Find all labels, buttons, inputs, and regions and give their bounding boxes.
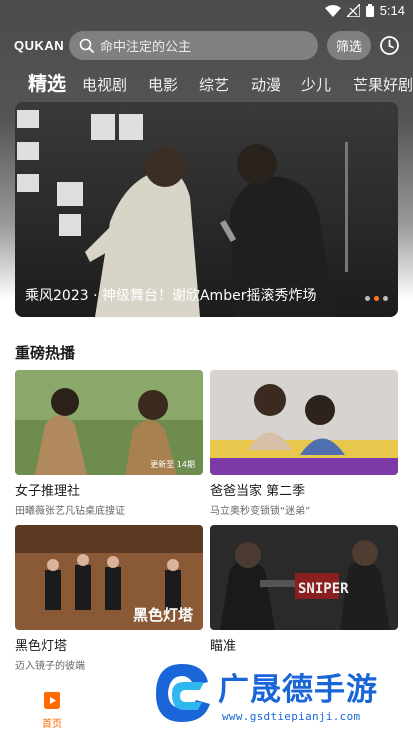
show-subtitle: 马立奥秒变锁锁“迷弟”	[210, 506, 311, 517]
episode-badge: 更新至 14期	[150, 460, 195, 469]
watermark-logo-icon	[156, 664, 210, 722]
app-logo: QUKAN	[14, 38, 65, 53]
show-card[interactable]: 更新至 14期 女子推理社 田曦薇张艺凡钻桌底搜证	[15, 370, 203, 517]
status-bar: 5:14	[0, 0, 413, 24]
hero-banner[interactable]: 乘风2023 · 神级舞台！谢欣Amber摇滚秀炸场	[15, 102, 398, 317]
carousel-dot[interactable]	[365, 296, 370, 301]
nav-home-label: 首页	[42, 719, 62, 730]
search-input[interactable]: 命中注定的公主	[69, 31, 318, 60]
top-header: QUKAN 命中注定的公主 筛选	[0, 30, 413, 62]
status-time: 5:14	[379, 3, 405, 18]
poster-title-text: SNIPER	[298, 581, 349, 597]
poster-title-text: 黑色灯塔	[133, 606, 194, 624]
search-placeholder: 命中注定的公主	[100, 40, 192, 55]
wifi-icon	[324, 4, 341, 17]
show-subtitle: 田曦薇张艺凡钻桌底搜证	[15, 506, 125, 517]
show-title: 黑色灯塔	[15, 639, 68, 654]
show-poster	[210, 370, 398, 475]
show-card[interactable]: 爸爸当家 第二季 马立奥秒变锁锁“迷弟”	[210, 370, 398, 517]
tab-kids[interactable]: 少儿	[301, 74, 331, 95]
show-title: 女子推理社	[15, 484, 81, 499]
show-title: 瞄准	[210, 639, 237, 654]
carousel-dot-active[interactable]	[374, 296, 379, 301]
tab-tv-series[interactable]: 电视剧	[82, 74, 127, 95]
carousel-dots	[365, 296, 388, 301]
show-card[interactable]: SNIPER 瞄准	[210, 525, 398, 654]
tab-variety[interactable]: 综艺	[199, 74, 229, 95]
tab-featured[interactable]: 精选	[28, 69, 66, 96]
tab-anime[interactable]: 动漫	[251, 74, 281, 95]
watermark-url: www.gsdtiepianji.com	[222, 710, 361, 723]
battery-icon	[365, 4, 374, 17]
category-tabs: 精选 电视剧 电影 综艺 动漫 少儿 芒果好剧	[0, 66, 413, 98]
banner-caption: 乘风2023 · 神级舞台！谢欣Amber摇滚秀炸场	[25, 288, 317, 304]
show-title: 爸爸当家 第二季	[210, 484, 306, 499]
show-poster: 更新至 14期	[15, 370, 203, 475]
tab-movies[interactable]: 电影	[148, 74, 178, 95]
nav-home[interactable]: 首页	[38, 690, 66, 730]
home-play-icon	[44, 692, 60, 709]
watermark-brand: 广晟德手游	[218, 672, 378, 708]
tab-mango-drama[interactable]: 芒果好剧	[353, 74, 413, 95]
site-watermark: 广晟德手游 www.gsdtiepianji.com	[150, 660, 413, 734]
signal-icon	[346, 4, 360, 17]
section-title: 重磅热播	[15, 344, 76, 362]
carousel-dot[interactable]	[383, 296, 388, 301]
search-icon	[79, 38, 94, 53]
show-card[interactable]: 黑色灯塔 黑色灯塔 迈入镜子的彼端	[15, 525, 203, 672]
show-poster: 黑色灯塔	[15, 525, 203, 630]
history-clock-icon[interactable]	[379, 35, 400, 56]
filter-button[interactable]: 筛选	[327, 31, 371, 60]
show-poster: SNIPER	[210, 525, 398, 630]
